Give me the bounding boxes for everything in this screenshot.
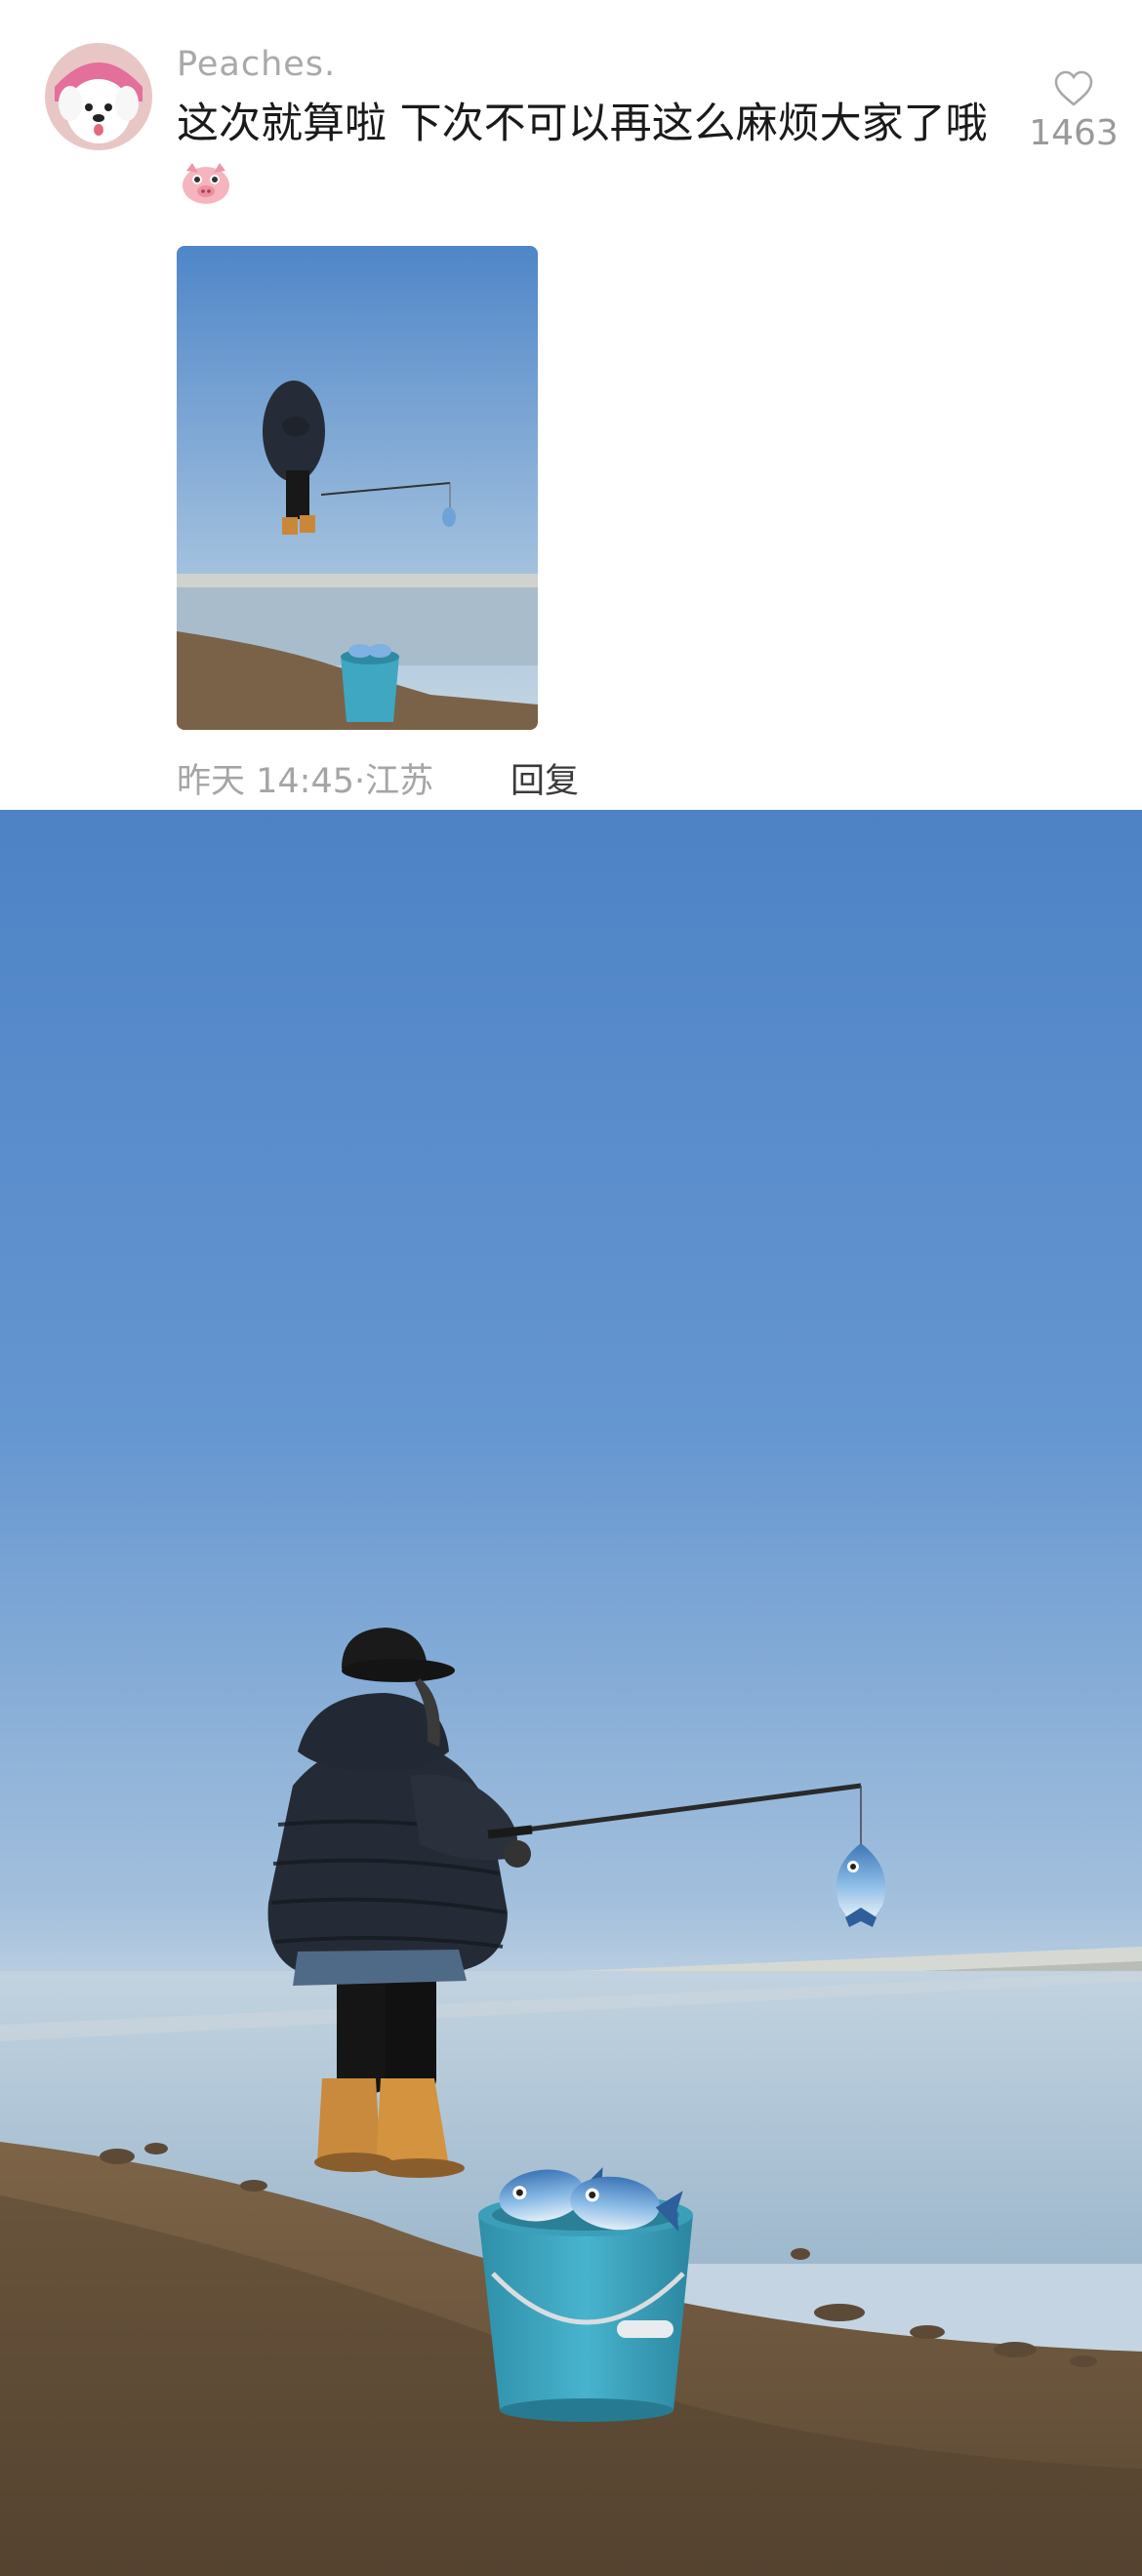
white-dog-avatar-icon <box>45 43 152 150</box>
reply-button[interactable]: 回复 <box>510 753 579 803</box>
like-button[interactable]: 1463 <box>1015 70 1132 153</box>
comment-text: 这次就算啦 下次不可以再这么麻烦大家了哦 <box>177 93 997 218</box>
avatar[interactable] <box>45 43 152 150</box>
comment-image-thumbnail[interactable] <box>177 246 538 730</box>
comment-card: Peaches. 这次就算啦 下次不可以再这么麻烦大家了哦 1463 昨天 14… <box>0 0 1142 810</box>
meta-separator: · <box>354 762 366 801</box>
bucket-icon <box>478 2167 693 2422</box>
comment-body: 这次就算啦 下次不可以再这么麻烦大家了哦 <box>177 100 988 148</box>
pig-face-icon <box>183 163 229 204</box>
fishing-thumbnail-image <box>177 246 538 730</box>
expanded-photo[interactable] <box>0 810 1142 2576</box>
username[interactable]: Peaches. <box>177 45 336 84</box>
comment-location: 江苏 <box>365 762 434 801</box>
comment-meta: 昨天 14:45·江苏 <box>177 753 433 803</box>
comment-timestamp: 昨天 14:45 <box>177 762 354 801</box>
fishing-photo-image <box>0 810 1142 2576</box>
heart-outline-icon <box>1054 70 1093 106</box>
like-count: 1463 <box>1029 113 1119 153</box>
